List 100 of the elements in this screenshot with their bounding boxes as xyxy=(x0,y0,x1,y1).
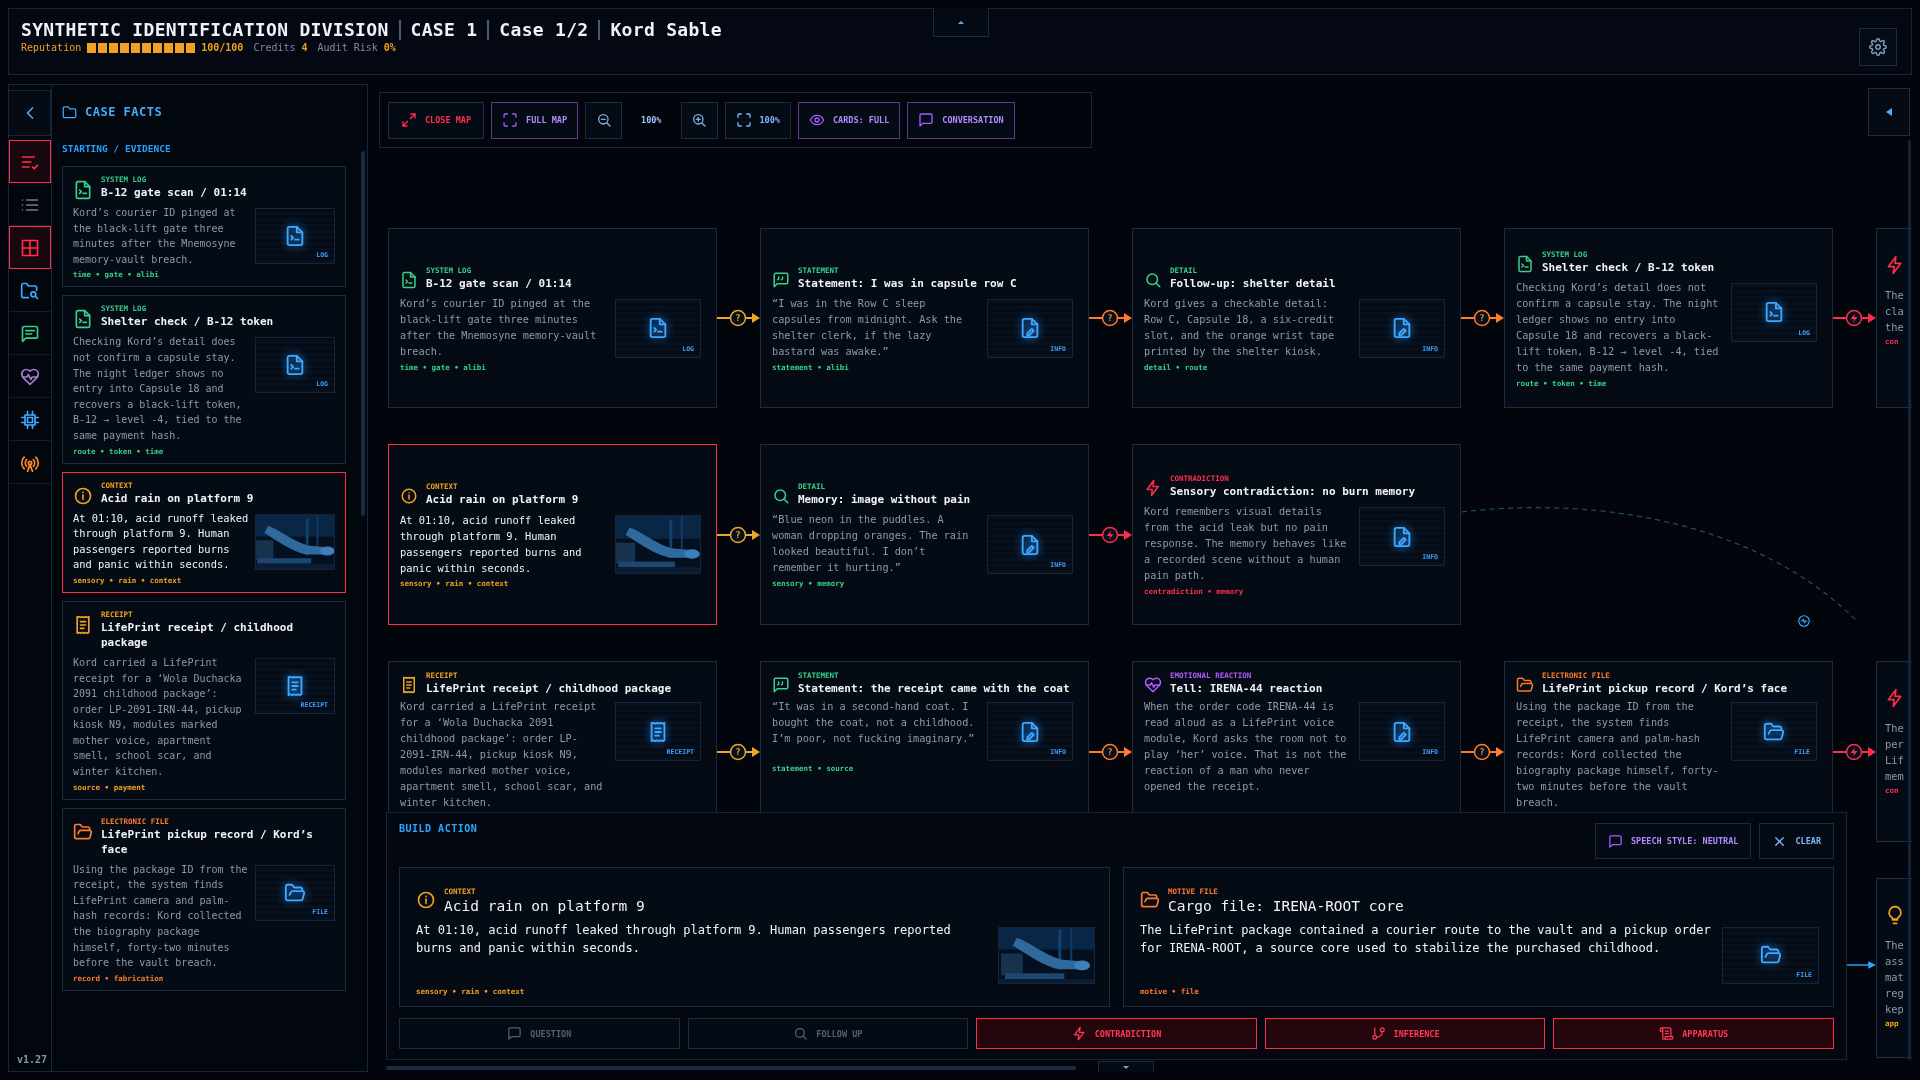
card-text: At 01:10, acid runoff leaked through platform 9. Human passengers reported burns and panic within seconds. xyxy=(416,921,952,957)
card-title: Memory: image without pain xyxy=(798,492,971,507)
scroll-icon xyxy=(1659,1026,1675,1041)
card-text: When the order code IRENA-44 is read aloud as a LifePrint voice module, Kord asks the room not to play ‘her’ voice. That is not the reaction of a man who never opened the receipt. xyxy=(1144,700,1348,794)
card-title: Acid rain on platform 9 xyxy=(444,896,645,916)
rail-item[interactable] xyxy=(9,226,51,269)
card-text: Lif xyxy=(1885,753,1905,768)
evidence-card[interactable] xyxy=(1504,228,1833,408)
speech-style-button[interactable]: SPEECH STYLE: NEUTRAL xyxy=(1594,823,1752,859)
clear-button[interactable]: CLEAR xyxy=(1759,823,1834,859)
zoom-out-button[interactable] xyxy=(585,101,622,139)
lightning-icon xyxy=(1885,255,1905,275)
inference-button[interactable]: INFERENCE xyxy=(1264,1018,1546,1049)
card-text: Kord remembers visual details from the acid leak but no pain response. The memory behaves like a recorded scene without a human pain path. xyxy=(1144,505,1348,583)
folder-search-icon xyxy=(20,280,40,301)
card-title: B-12 gate scan / 01:14 xyxy=(426,275,572,291)
card-text: “It was in a second-hand coat. I bought the coat, not a childhood. I’m poor, not fucking imaginary.” xyxy=(772,700,976,746)
file-pen-icon xyxy=(1019,720,1041,743)
zoom-in-button[interactable] xyxy=(680,101,718,139)
question-connector: ? xyxy=(1089,741,1132,762)
evidence-card[interactable] xyxy=(388,661,717,812)
quote-bubble-icon xyxy=(772,676,790,694)
folder-icon xyxy=(73,821,93,842)
file-pen-icon xyxy=(1391,720,1413,743)
header-title: CASE 1 xyxy=(410,19,478,40)
button-label: CLOSE MAP xyxy=(425,115,472,125)
eye-icon xyxy=(809,112,825,128)
card-title: LifePrint receipt / childhood package xyxy=(101,619,295,650)
pulse-icon xyxy=(1797,614,1811,628)
close-map-button[interactable]: CLOSE MAP xyxy=(388,101,485,139)
card-text: mem xyxy=(1885,769,1905,784)
evidence-card[interactable] xyxy=(1123,866,1834,1007)
stat-label: Reputation xyxy=(21,42,82,53)
card-title: Cargo file: IRENA-ROOT core xyxy=(1168,896,1404,916)
stat-label: Credits xyxy=(253,42,296,53)
card-text: Using the package ID from the receipt, the system finds LifePrint camera and palm-hash records: Kord collected the biography package himself, forty-two minutes before the vault breach. xyxy=(73,862,249,971)
branch-icon xyxy=(1370,1026,1386,1041)
header-title: Case 1/2 xyxy=(499,19,589,40)
card-title: Shelter check / B-12 token xyxy=(101,314,274,330)
conversation-button[interactable]: CONVERSATION xyxy=(907,101,1015,139)
contradiction-button[interactable]: CONTRADICTION xyxy=(976,1018,1257,1049)
card-title: Statement: I was in capsule row C xyxy=(798,275,1017,291)
scrollbar[interactable] xyxy=(361,151,365,516)
fit-button[interactable]: 100% xyxy=(724,101,791,139)
card-title: Acid rain on platform 9 xyxy=(101,490,254,506)
card-text: the xyxy=(1885,320,1905,335)
button-label: QUESTION xyxy=(530,1028,572,1039)
arrow-connector xyxy=(1847,960,1876,970)
apparatus-button[interactable]: APPARATUS xyxy=(1553,1018,1834,1049)
brackets-icon xyxy=(735,112,752,128)
chat-icon xyxy=(507,1026,523,1041)
question-connector: ? xyxy=(1089,308,1132,328)
terminal-file-icon xyxy=(73,309,93,330)
scrollbar[interactable] xyxy=(386,1066,1076,1070)
question-connector: ? xyxy=(717,308,760,328)
settings-icon xyxy=(1869,38,1887,56)
chip-icon xyxy=(20,409,40,430)
card-text: The xyxy=(1885,938,1905,953)
header-title: Kord Sable xyxy=(610,19,722,40)
evidence-card[interactable] xyxy=(62,807,346,991)
rail-item[interactable] xyxy=(9,140,51,183)
evidence-card[interactable] xyxy=(62,295,346,464)
evidence-card[interactable] xyxy=(62,600,346,800)
button-label: CLEAR xyxy=(1795,836,1821,846)
card-text: Kord carried a LifePrint receipt for a ‘Wola Duchacka 2091 childhood package’: order LP-2091-IRN-44, pickup kiosk N9, modules marked mother voice, apartment smell, school scar, and winter kitchen. xyxy=(73,655,243,780)
terminal-file-icon xyxy=(1763,301,1785,323)
card-text: cla xyxy=(1885,304,1905,319)
settings-button[interactable] xyxy=(1859,28,1897,66)
card-title: Acid rain on platform 9 xyxy=(426,492,579,507)
card-title: Tell: IRENA-44 reaction xyxy=(1170,681,1323,696)
expand-arrows-icon xyxy=(401,112,417,128)
section-label: STARTING / EVIDENCE xyxy=(62,143,172,154)
button-label: CARDS: FULL xyxy=(833,115,890,125)
chat-icon xyxy=(1607,833,1623,849)
terminal-file-icon xyxy=(284,354,306,377)
info-icon xyxy=(73,485,93,506)
evidence-card[interactable] xyxy=(1504,661,1833,812)
card-text: At 01:10, acid runoff leaked through platform 9. Human passengers reported burns and panic within seconds. xyxy=(73,510,249,573)
evidence-card[interactable] xyxy=(1132,444,1461,625)
cards-button[interactable]: CARDS: FULL xyxy=(798,101,901,139)
card-text: Kord’s courier ID pinged at the black-lift gate three minutes after the Mnemosyne memory-vault breach. xyxy=(400,296,598,359)
brackets-icon xyxy=(502,112,519,128)
search-icon xyxy=(1144,270,1162,289)
card-title: LifePrint receipt / childhood package xyxy=(426,681,672,696)
card-text: Checking Kord’s detail does not confirm a capsule stay. The night ledger shows no entry into Capsule 18 and recovers a black-lift token, B-12 → level -4, tied to the same payment hash. xyxy=(73,335,243,443)
card-text: ass xyxy=(1885,954,1905,969)
version-label: v1.27 xyxy=(17,1054,48,1065)
panel-title: BUILD ACTION xyxy=(399,823,478,834)
scrollbar[interactable] xyxy=(1908,140,1911,1060)
bulb-icon xyxy=(1885,905,1905,925)
evidence-card[interactable] xyxy=(1132,661,1461,812)
button-label: INFERENCE xyxy=(1393,1028,1440,1039)
file-pen-icon xyxy=(1391,525,1413,548)
full-map-button[interactable]: FULL MAP xyxy=(491,101,578,139)
terminal-file-icon xyxy=(647,317,669,339)
question-connector: ? xyxy=(1461,741,1504,762)
card-text: per xyxy=(1885,737,1905,752)
grid-icon xyxy=(20,237,40,258)
button-label: 100% xyxy=(759,115,780,125)
card-title: LifePrint pickup record / Kord’s face xyxy=(101,826,314,857)
